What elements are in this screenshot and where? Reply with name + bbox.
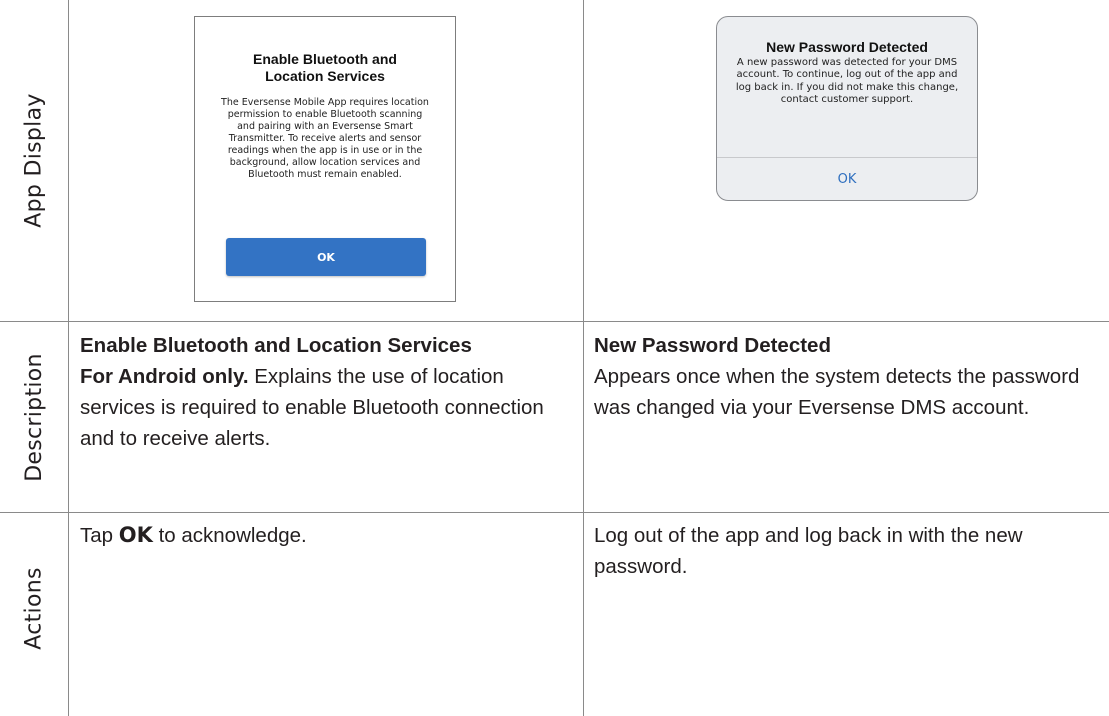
row-header-description: Description (0, 322, 68, 512)
description-left-paragraph: For Android only. Explains the use of lo… (80, 361, 570, 454)
description-left: Enable Bluetooth and Location Services F… (80, 330, 570, 454)
android-ok-button[interactable]: OK (226, 238, 426, 276)
actions-right-text: Log out of the app and log back in with … (594, 524, 1023, 578)
description-left-heading: Enable Bluetooth and Location Services (80, 334, 472, 357)
actions-left-prefix: Tap (80, 524, 119, 547)
description-right-heading: New Password Detected (594, 334, 831, 357)
ios-password-dialog: New Password Detected A new password was… (716, 16, 978, 201)
ios-ok-button[interactable]: OK (717, 158, 977, 200)
row-header-description-label: Description (21, 352, 47, 482)
description-right: New Password Detected Appears once when … (594, 330, 1094, 423)
description-left-lead: For Android only. (80, 365, 249, 388)
row-header-actions: Actions (0, 513, 68, 703)
row-header-app-display: App Display (0, 0, 68, 321)
row-divider-2 (0, 512, 1109, 513)
android-bluetooth-dialog: Enable Bluetooth and Location Services T… (194, 16, 456, 302)
android-dialog-title: Enable Bluetooth and Location Services (253, 51, 397, 84)
actions-left: Tap OK to acknowledge. (80, 520, 570, 551)
column-divider-middle (583, 0, 584, 716)
actions-right: Log out of the app and log back in with … (594, 520, 1094, 582)
ios-dialog-body: A new password was detected for your DMS… (735, 57, 959, 105)
description-right-text: Appears once when the system detects the… (594, 365, 1080, 419)
row-divider-1 (0, 321, 1109, 322)
column-divider-left (68, 0, 69, 716)
row-header-actions-label: Actions (21, 566, 47, 650)
android-dialog-body: The Eversense Mobile App requires locati… (221, 97, 429, 180)
row-header-app-display-label: App Display (21, 93, 47, 228)
ios-dialog-title: New Password Detected (766, 39, 928, 55)
actions-left-ok: OK (118, 523, 153, 547)
actions-left-suffix: to acknowledge. (152, 524, 307, 547)
